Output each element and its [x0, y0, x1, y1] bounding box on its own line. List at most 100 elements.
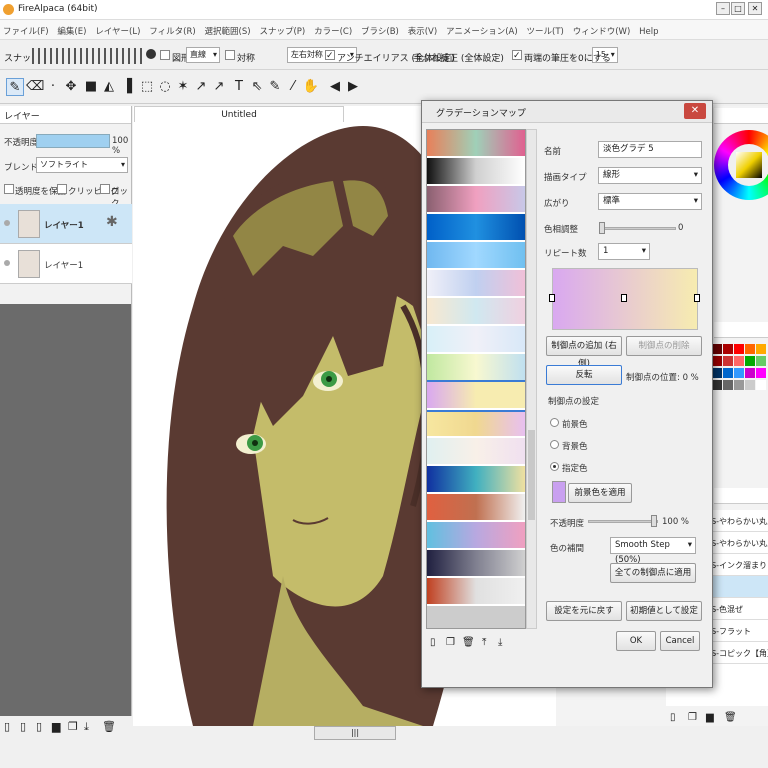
lock-checkbox[interactable]	[100, 184, 110, 194]
new-layer-1bit-icon[interactable]: ▯	[36, 720, 42, 733]
palette-swatch[interactable]	[745, 380, 755, 390]
gradient-preset-item[interactable]	[427, 494, 525, 522]
palette-swatch[interactable]	[745, 344, 755, 354]
gradient-preset-item[interactable]	[427, 522, 525, 550]
apply-all-button[interactable]: 全ての制御点に適用	[610, 563, 696, 583]
palette-swatch[interactable]	[712, 356, 722, 366]
menu-view[interactable]: 表示(V)	[405, 20, 440, 37]
palette-swatch[interactable]	[756, 368, 766, 378]
apply-fg-button[interactable]: 前景色を適用	[568, 483, 632, 503]
save-default-button[interactable]: 初期値として設定	[626, 601, 702, 621]
copy-brush-icon[interactable]: ❐	[688, 712, 697, 723]
new-preset-icon[interactable]: ▯	[430, 637, 436, 648]
snap-icons[interactable]	[32, 48, 142, 64]
eraser-icon[interactable]: ⌫	[26, 78, 44, 96]
menu-select[interactable]: 選択範囲(S)	[202, 20, 254, 37]
palette-swatch[interactable]	[712, 344, 722, 354]
reverse-button[interactable]: 反転	[546, 365, 622, 385]
reset-button[interactable]: 設定を元に戻す	[546, 601, 622, 621]
move-icon[interactable]: ✥	[62, 78, 80, 96]
menu-color[interactable]: カラー(C)	[311, 20, 355, 37]
delete-layer-icon[interactable]: 🗑	[102, 720, 116, 733]
duplicate-layer-icon[interactable]: ❐	[68, 720, 78, 733]
interp-select[interactable]: Smooth Step (50%)	[610, 537, 696, 565]
new-brush-icon[interactable]: ▯	[670, 712, 676, 723]
gradient-preset-item[interactable]	[427, 130, 525, 158]
palette-swatch[interactable]	[723, 380, 733, 390]
palette-swatch[interactable]	[756, 380, 766, 390]
maximize-button[interactable]: □	[731, 2, 745, 15]
draw-type-select[interactable]: 線形	[598, 167, 702, 184]
layer-opacity-slider[interactable]	[36, 134, 110, 148]
palette-swatch[interactable]	[712, 380, 722, 390]
ok-button[interactable]: OK	[616, 631, 656, 651]
dot-icon[interactable]: ·	[44, 78, 62, 96]
shape-checkbox[interactable]	[160, 50, 170, 60]
gradient-preset-item[interactable]	[427, 354, 525, 382]
palette-swatch[interactable]	[734, 380, 744, 390]
menu-window[interactable]: ウィンドウ(W)	[570, 20, 634, 37]
snap-dot-icon[interactable]	[146, 49, 156, 59]
canvas-tab[interactable]: Untitled	[134, 106, 344, 122]
palette-swatch[interactable]	[745, 356, 755, 366]
repeat-select[interactable]: 1	[598, 243, 650, 260]
fill-rect-icon[interactable]: ■	[82, 78, 100, 96]
gradient-preset-item[interactable]	[427, 438, 525, 466]
gradient-preset-item[interactable]	[427, 214, 525, 242]
palette-swatch[interactable]	[723, 368, 733, 378]
gradient-preset-item[interactable]	[427, 380, 525, 412]
export-preset-icon[interactable]: ⤓	[498, 637, 502, 648]
next-icon[interactable]: ▶	[344, 78, 362, 96]
palette-swatch[interactable]	[712, 368, 722, 378]
gradient-preset-item[interactable]	[427, 578, 525, 606]
palette-swatch[interactable]	[723, 356, 733, 366]
dialog-close-button[interactable]: ✕	[684, 103, 706, 119]
operation-icon[interactable]: ⇖	[248, 78, 266, 96]
palette-swatch[interactable]	[756, 356, 766, 366]
delete-preset-icon[interactable]: 🗑	[462, 637, 475, 648]
palette-swatch[interactable]	[734, 344, 744, 354]
add-control-point-button[interactable]: 制御点の追加 (右側)	[546, 336, 622, 369]
gradient-preset-item[interactable]	[427, 186, 525, 214]
spread-select[interactable]: 標準	[598, 193, 702, 210]
prev-icon[interactable]: ◀	[326, 78, 344, 96]
gradient-preset-item[interactable]	[427, 466, 525, 494]
name-field[interactable]: 淡色グラデ 5	[598, 141, 702, 158]
delete-control-point-button[interactable]: 制御点の削除	[626, 336, 702, 356]
lasso-icon[interactable]: ◌	[156, 78, 174, 96]
visibility-icon[interactable]	[4, 220, 10, 226]
symmetry-checkbox[interactable]	[225, 50, 235, 60]
brush-settings-icon[interactable]: ▆	[706, 712, 714, 723]
color-wheel[interactable]	[714, 130, 768, 200]
gradient-list-scrollbar[interactable]	[526, 129, 537, 629]
shape-select[interactable]: 直線	[186, 47, 220, 63]
close-button[interactable]: ✕	[748, 2, 762, 15]
gradient-icon[interactable]: ▐	[118, 78, 136, 96]
menu-file[interactable]: ファイル(F)	[0, 20, 52, 37]
menu-edit[interactable]: 編集(E)	[54, 20, 89, 37]
control-point-handle[interactable]	[694, 294, 700, 302]
new-folder-icon[interactable]: ▆	[52, 720, 60, 733]
menu-help[interactable]: Help	[636, 22, 661, 37]
cancel-button[interactable]: Cancel	[660, 631, 700, 651]
gradient-preset-item[interactable]	[427, 326, 525, 354]
bg-color-radio[interactable]	[550, 440, 559, 449]
palette-grid[interactable]	[712, 344, 766, 444]
control-point-handle[interactable]	[621, 294, 627, 302]
select-rect-icon[interactable]: ⬚	[138, 78, 156, 96]
gradient-preset-item[interactable]	[427, 298, 525, 326]
clipping-checkbox[interactable]	[57, 184, 67, 194]
divide-icon[interactable]: ✎	[266, 78, 284, 96]
custom-color-swatch[interactable]	[552, 481, 566, 503]
new-layer-icon[interactable]: ▯	[4, 720, 10, 733]
menu-layer[interactable]: レイヤー(L)	[92, 20, 143, 37]
pressure-checkbox[interactable]: ✓	[512, 50, 522, 61]
palette-swatch[interactable]	[734, 368, 744, 378]
hue-slider[interactable]	[599, 222, 676, 234]
menu-tools[interactable]: ツール(T)	[524, 20, 567, 37]
scroll-thumb[interactable]	[528, 430, 535, 520]
copy-preset-icon[interactable]: ❐	[446, 637, 455, 648]
select-eraser-icon[interactable]: ↗	[210, 78, 228, 96]
palette-swatch[interactable]	[756, 344, 766, 354]
bucket-icon[interactable]: ◭	[100, 78, 118, 96]
